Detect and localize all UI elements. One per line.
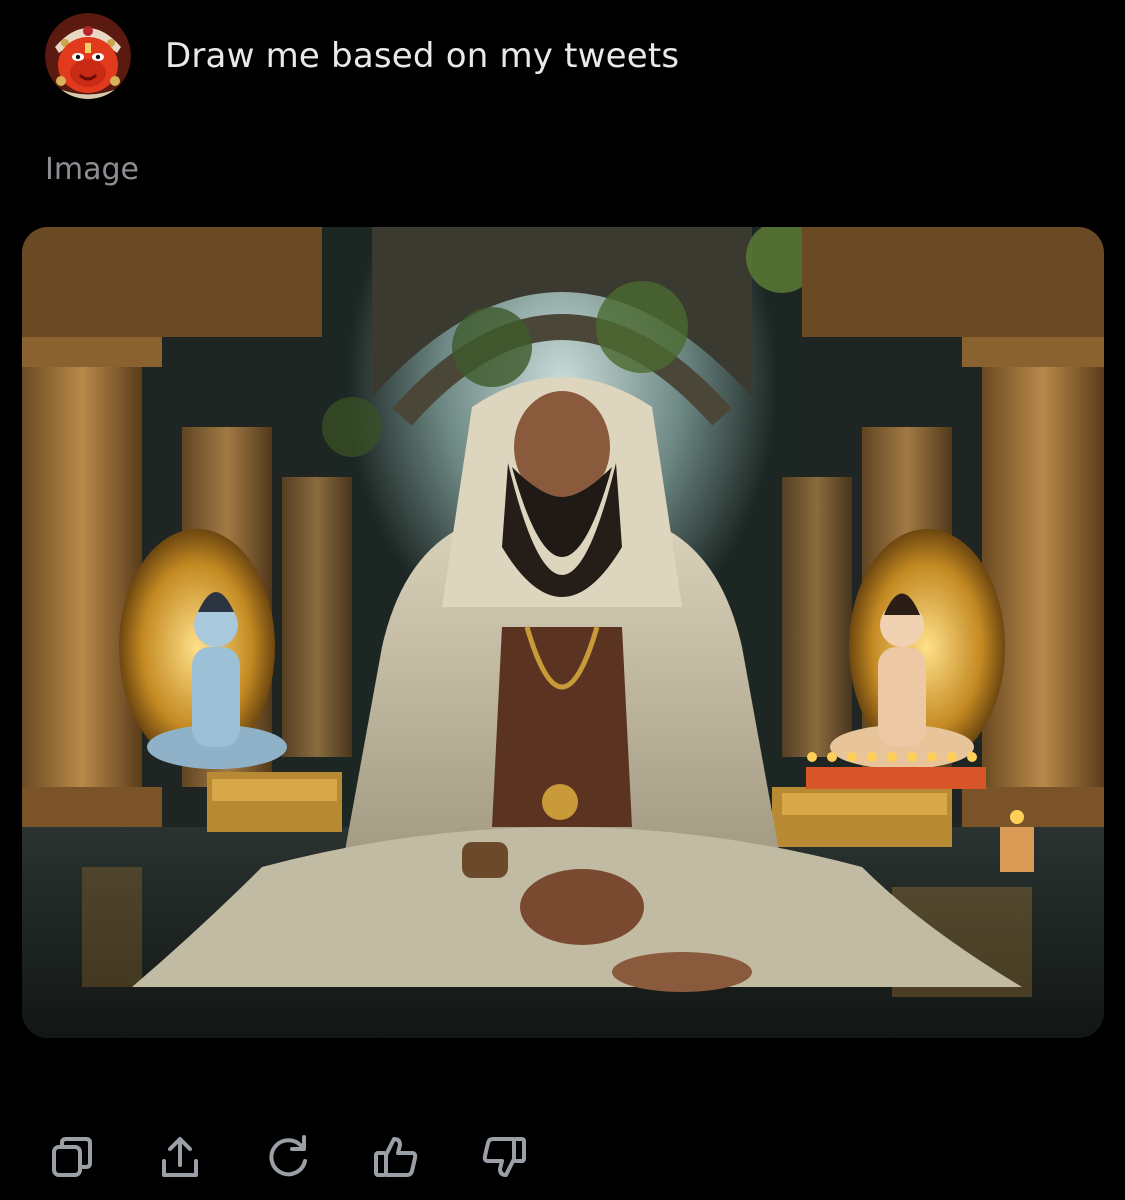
regenerate-button[interactable]	[256, 1125, 320, 1189]
prompt-text: Draw me based on my tweets	[165, 36, 680, 76]
thumbs-down-button[interactable]	[472, 1125, 536, 1189]
copy-icon	[52, 1137, 92, 1177]
regenerate-icon	[269, 1135, 307, 1177]
share-icon	[162, 1137, 198, 1177]
thumbs-up-icon	[374, 1137, 418, 1177]
generated-image[interactable]	[22, 227, 1104, 1038]
response-type-label: Image	[45, 152, 139, 187]
user-avatar[interactable]	[45, 13, 131, 99]
copy-button[interactable]	[40, 1125, 104, 1189]
thumbs-up-button[interactable]	[364, 1125, 428, 1189]
thumbs-down-icon	[482, 1137, 526, 1177]
meditating-sage-temple-illustration	[22, 227, 1104, 1038]
user-prompt-row: Draw me based on my tweets	[45, 12, 679, 100]
share-button[interactable]	[148, 1125, 212, 1189]
red-deity-face-avatar-icon	[45, 13, 131, 99]
response-action-bar	[40, 1125, 580, 1189]
